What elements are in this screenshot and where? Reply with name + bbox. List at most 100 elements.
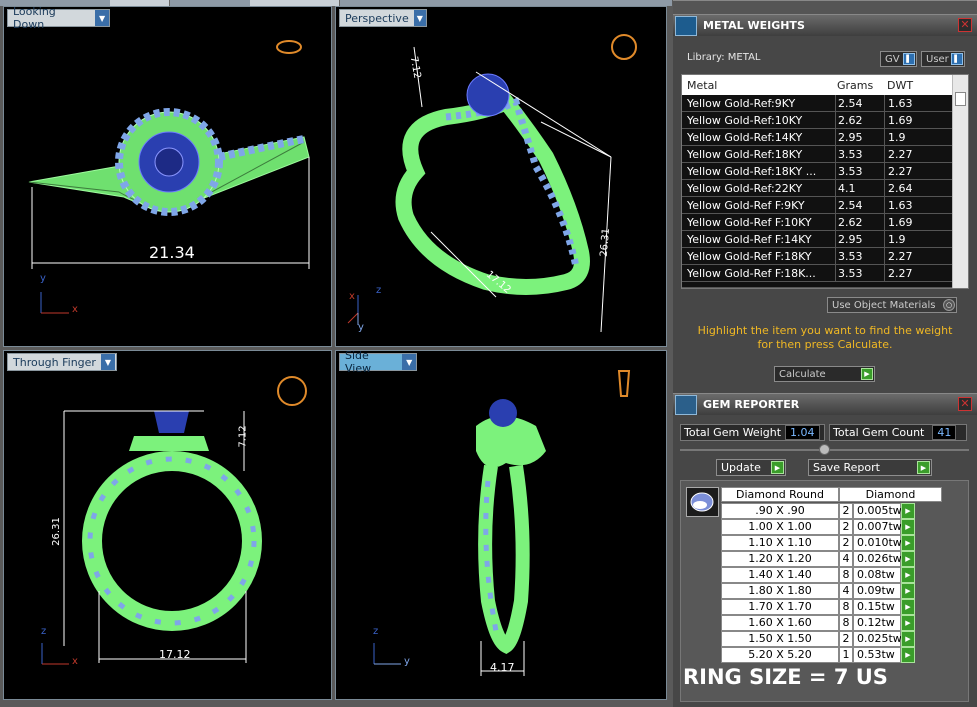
- gem-row[interactable]: 1.80 X 1.80 4 0.09tw ▶: [721, 583, 915, 599]
- gem-size-cell: 1.00 X 1.00: [721, 519, 839, 535]
- chevron-down-icon[interactable]: ▼: [402, 354, 416, 370]
- gem-size-cell: 1.60 X 1.60: [721, 615, 839, 631]
- gem-size-cell: .90 X .90: [721, 503, 839, 519]
- grams-cell: 4.1: [835, 180, 884, 196]
- viewport-label-text: Through Finger: [13, 355, 96, 369]
- gem-weight-cell: 0.15tw: [853, 599, 901, 615]
- chevron-down-icon[interactable]: ▼: [413, 10, 426, 26]
- viewport-label[interactable]: Perspective ▼: [339, 9, 427, 27]
- axis-x-label: x: [349, 291, 355, 302]
- metal-name-cell: Yellow Gold-Ref:22KY: [687, 181, 803, 195]
- table-row[interactable]: Yellow Gold-Ref:10KY 2.62 1.69: [682, 112, 968, 129]
- gem-weight-cell: 0.026tw: [853, 551, 902, 567]
- dwt-cell: 1.69: [884, 112, 941, 128]
- metal-name-cell: Yellow Gold-Ref:14KY: [687, 130, 803, 144]
- viewport-side-view[interactable]: Side View ▼ 4.17 z y: [335, 350, 667, 700]
- gem-shape-header: Diamond Round: [721, 487, 839, 502]
- table-row[interactable]: Yellow Gold-Ref:22KY 4.1 2.64: [682, 180, 968, 197]
- column-header-dwt[interactable]: DWT: [884, 75, 941, 95]
- splitter-handle[interactable]: [819, 444, 830, 455]
- calculate-button[interactable]: Calculate ▶: [774, 366, 875, 382]
- table-row[interactable]: Yellow Gold-Ref:9KY 2.54 1.63: [682, 95, 968, 112]
- metal-name-cell: Yellow Gold-Ref:18KY ...: [687, 164, 817, 178]
- chevron-down-icon[interactable]: ▼: [95, 10, 109, 26]
- info-icon: ▌: [903, 53, 915, 65]
- expand-row-icon[interactable]: ▶: [901, 503, 915, 519]
- dwt-cell: 1.63: [884, 197, 941, 213]
- viewport-through-finger[interactable]: Through Finger ▼ 7.12 26.31 17.12 z x: [3, 350, 332, 700]
- dwt-cell: 2.27: [884, 265, 941, 281]
- axis-y-label: y: [40, 273, 46, 284]
- gem-row[interactable]: 1.60 X 1.60 8 0.12tw ▶: [721, 615, 915, 631]
- chevron-down-icon[interactable]: ▼: [100, 354, 115, 370]
- gem-count-cell: 4: [839, 551, 853, 567]
- column-header-grams[interactable]: Grams: [835, 75, 884, 95]
- gem-row[interactable]: 1.40 X 1.40 8 0.08tw ▶: [721, 567, 915, 583]
- close-icon[interactable]: ✕: [958, 18, 972, 32]
- scroll-thumb[interactable]: [955, 92, 966, 106]
- viewport-label[interactable]: Through Finger ▼: [7, 353, 117, 371]
- viewport-looking-down[interactable]: Looking Down ▼ 21.34 y x: [3, 6, 332, 347]
- table-row-partial: [682, 282, 968, 288]
- metal-name-cell: Yellow Gold-Ref F:14KY: [687, 232, 812, 246]
- user-button[interactable]: User ▌: [921, 51, 965, 67]
- axis-x-label: x: [72, 656, 78, 667]
- dwt-cell: 1.63: [884, 95, 941, 111]
- expand-row-icon[interactable]: ▶: [901, 647, 915, 663]
- table-row[interactable]: Yellow Gold-Ref F:18K... 3.53 2.27: [682, 265, 968, 282]
- table-row[interactable]: Yellow Gold-Ref:18KY ... 3.53 2.27: [682, 163, 968, 180]
- gem-row[interactable]: 1.20 X 1.20 4 0.026tw ▶: [721, 551, 915, 567]
- viewport-label[interactable]: Looking Down ▼: [7, 7, 110, 31]
- collapsed-panel-header[interactable]: [673, 0, 977, 14]
- gem-row[interactable]: .90 X .90 2 0.005tw ▶: [721, 503, 915, 519]
- expand-row-icon[interactable]: ▶: [901, 519, 915, 535]
- dimension-label: 21.34: [149, 243, 195, 262]
- table-row[interactable]: Yellow Gold-Ref F:18KY 3.53 2.27: [682, 248, 968, 265]
- gem-row[interactable]: 1.10 X 1.10 2 0.010tw ▶: [721, 535, 915, 551]
- metal-weights-header[interactable]: METAL WEIGHTS ✕: [673, 14, 977, 36]
- metal-name-cell: Yellow Gold-Ref:9KY: [687, 96, 796, 110]
- ring-size-text: RING SIZE = 7 US: [683, 665, 888, 689]
- expand-row-icon[interactable]: ▶: [901, 567, 915, 583]
- viewport-perspective[interactable]: Perspective ▼ 7.12 17.12 26.31 z x y: [335, 6, 667, 347]
- table-header-row: Metal Grams DWT: [682, 75, 968, 95]
- table-row[interactable]: Yellow Gold-Ref F:9KY 2.54 1.63: [682, 197, 968, 214]
- gv-button[interactable]: GV ▌: [880, 51, 917, 67]
- toggle-icon: ○: [943, 299, 955, 311]
- grams-cell: 2.54: [835, 197, 884, 213]
- expand-row-icon[interactable]: ▶: [901, 631, 915, 647]
- ring-side-view: [373, 370, 631, 676]
- vertical-scrollbar[interactable]: [952, 75, 968, 288]
- grams-cell: 2.95: [835, 129, 884, 145]
- dwt-cell: 2.27: [884, 248, 941, 264]
- viewport-label[interactable]: Side View ▼: [339, 351, 417, 375]
- gem-count-cell: 1: [839, 647, 853, 663]
- expand-row-icon[interactable]: ▶: [901, 535, 915, 551]
- table-row[interactable]: Yellow Gold-Ref:14KY 2.95 1.9: [682, 129, 968, 146]
- expand-row-icon[interactable]: ▶: [901, 599, 915, 615]
- metal-weights-table: Metal Grams DWT Yellow Gold-Ref:9KY 2.54 1…: [681, 74, 969, 289]
- save-report-button[interactable]: Save Report ▶: [808, 459, 932, 476]
- use-object-materials-toggle[interactable]: Use Object Materials ○: [827, 297, 957, 313]
- gem-count-cell: 4: [839, 583, 853, 599]
- expand-row-icon[interactable]: ▶: [901, 615, 915, 631]
- gem-row[interactable]: 1.70 X 1.70 8 0.15tw ▶: [721, 599, 915, 615]
- gem-row[interactable]: 5.20 X 5.20 1 0.53tw ▶: [721, 647, 915, 663]
- gv-label: GV: [885, 53, 900, 65]
- update-button[interactable]: Update ▶: [716, 459, 786, 476]
- gem-row[interactable]: 1.00 X 1.00 2 0.007tw ▶: [721, 519, 915, 535]
- table-row[interactable]: Yellow Gold-Ref F:14KY 2.95 1.9: [682, 231, 968, 248]
- expand-row-icon[interactable]: ▶: [901, 551, 915, 567]
- dwt-cell: 1.9: [884, 231, 941, 247]
- table-row[interactable]: Yellow Gold-Ref:18KY 3.53 2.27: [682, 146, 968, 163]
- total-gem-count-label: Total Gem Count: [833, 426, 925, 439]
- table-row[interactable]: Yellow Gold-Ref F:10KY 2.62 1.69: [682, 214, 968, 231]
- expand-row-icon[interactable]: ▶: [901, 583, 915, 599]
- close-icon[interactable]: ✕: [958, 397, 972, 411]
- gem-reporter-title: GEM REPORTER: [703, 398, 800, 411]
- column-header-metal[interactable]: Metal: [682, 79, 835, 92]
- viewport-label-text: Perspective: [345, 11, 409, 25]
- axis-x-label: x: [72, 304, 78, 315]
- gem-row[interactable]: 1.50 X 1.50 2 0.025tw ▶: [721, 631, 915, 647]
- gem-reporter-header[interactable]: GEM REPORTER ✕: [673, 393, 977, 415]
